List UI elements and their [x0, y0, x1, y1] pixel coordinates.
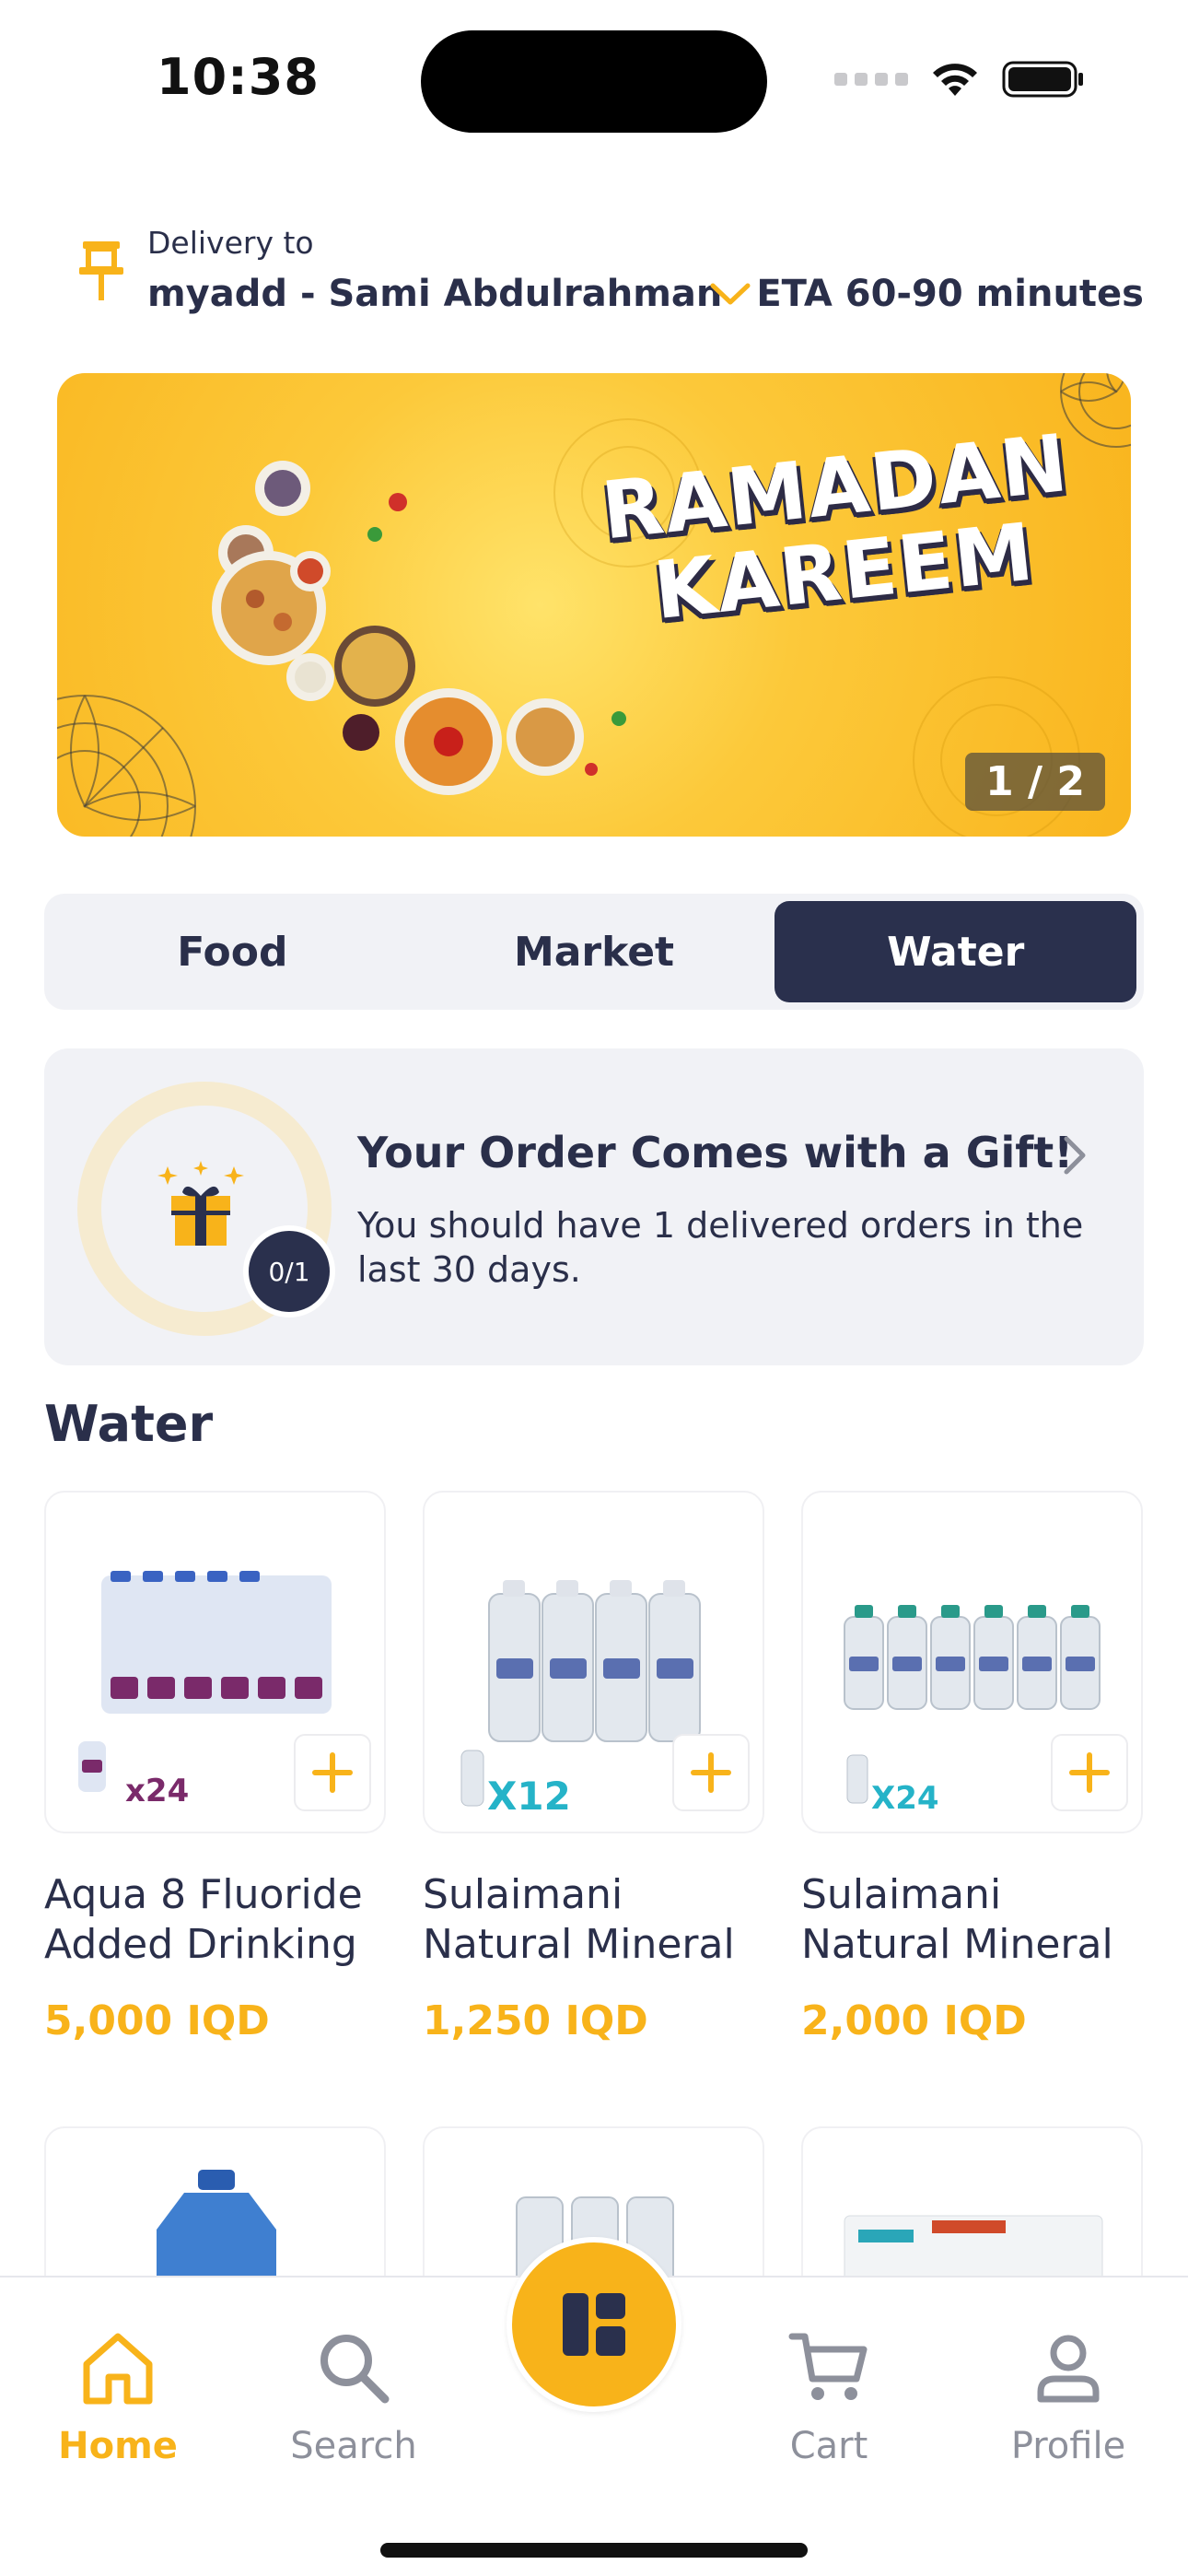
cart-icon — [788, 2333, 868, 2400]
chevron-right-icon[interactable] — [1061, 1133, 1089, 1177]
product-grid: x24 Aqua 8 Fluoride Added Drinking 5,000… — [44, 1491, 1144, 2062]
battery-icon — [1002, 61, 1083, 98]
tab-market[interactable]: Market — [413, 901, 775, 1002]
plus-icon — [691, 1752, 731, 1793]
product-image[interactable]: X24 — [801, 1491, 1143, 1833]
cellular-signal-icon — [834, 73, 908, 86]
product-image[interactable]: X12 — [423, 1491, 764, 1833]
categories-fab-button[interactable] — [507, 2237, 681, 2412]
plus-icon — [312, 1752, 353, 1793]
bottom-navigation: Home Search Cart Profile — [0, 2237, 1188, 2576]
gift-description: You should have 1 delivered orders in th… — [357, 1205, 1084, 1290]
product-price: 5,000 IQD — [44, 1997, 270, 2044]
pack-count: X24 — [871, 1780, 939, 1817]
add-to-cart-button[interactable] — [672, 1734, 750, 1811]
product-card[interactable] — [44, 2126, 386, 2403]
tab-water[interactable]: Water — [775, 901, 1137, 1002]
delivery-label: Delivery to — [147, 225, 314, 261]
gift-card[interactable]: 0/1 Your Order Comes with a Gift! You sh… — [44, 1048, 1144, 1365]
nav-label: Home — [58, 2425, 178, 2467]
product-card[interactable]: x24 Aqua 8 Fluoride Added Drinking 5,000… — [44, 1491, 386, 2062]
search-icon — [320, 2335, 390, 2404]
product-name[interactable]: Sulaimani Natural Mineral — [801, 1870, 1143, 1973]
dashboard-icon — [563, 2293, 625, 2356]
home-indicator[interactable] — [380, 2543, 808, 2558]
profile-icon — [1037, 2335, 1100, 2403]
product-name[interactable]: Aqua 8 Fluoride Added Drinking — [44, 1870, 386, 1973]
pack-count: X12 — [487, 1774, 571, 1819]
pack-count: x24 — [125, 1773, 190, 1809]
nav-search[interactable]: Search — [262, 2324, 446, 2467]
tab-food[interactable]: Food — [52, 901, 413, 1002]
product-card[interactable] — [801, 2126, 1143, 2403]
home-icon — [83, 2333, 153, 2405]
product-price: 1,250 IQD — [423, 1997, 648, 2044]
delivery-header[interactable]: Delivery to myadd - Sami Abdulrahman ETA… — [44, 217, 1144, 319]
eta-text: ETA 60-90 minutes — [756, 273, 1144, 315]
gift-icon — [157, 1161, 244, 1246]
pack-size-label: X12 — [487, 1774, 571, 1819]
nav-label: Search — [290, 2425, 417, 2467]
chevron-down-icon[interactable] — [707, 275, 753, 311]
gift-progress-badge: 0/1 — [243, 1225, 335, 1317]
pack-size-label: x24 — [125, 1773, 189, 1809]
product-card[interactable]: X24 Sulaimani Natural Mineral 2,000 IQD — [801, 1491, 1143, 2062]
banner-page-counter: 1 / 2 — [965, 753, 1105, 811]
nav-profile[interactable]: Profile — [976, 2324, 1160, 2467]
pack-size-label: X24 — [871, 1780, 939, 1817]
delivery-address[interactable]: myadd - Sami Abdulrahman — [147, 273, 722, 315]
nav-home[interactable]: Home — [26, 2324, 210, 2467]
pin-icon — [79, 241, 123, 300]
nav-label: Cart — [789, 2425, 868, 2467]
promo-banner[interactable]: RAMADAN KAREEM 1 / 2 — [57, 373, 1131, 837]
nav-cart[interactable]: Cart — [737, 2324, 921, 2467]
status-time: 10:38 — [157, 48, 320, 106]
section-title: Water — [44, 1395, 214, 1453]
product-price: 2,000 IQD — [801, 1997, 1027, 2044]
status-icons — [834, 59, 1085, 100]
dynamic-island — [421, 30, 767, 133]
nav-label: Profile — [1010, 2425, 1126, 2467]
wifi-icon — [933, 64, 977, 96]
category-segmented-control: Food Market Water — [44, 894, 1144, 1010]
gift-title: Your Order Comes with a Gift! — [357, 1128, 1074, 1177]
product-name[interactable]: Sulaimani Natural Mineral — [423, 1870, 764, 1973]
plus-icon — [1069, 1752, 1110, 1793]
product-image[interactable]: x24 — [44, 1491, 386, 1833]
add-to-cart-button[interactable] — [294, 1734, 371, 1811]
product-card[interactable]: X12 Sulaimani Natural Mineral 1,250 IQD — [423, 1491, 764, 2062]
status-bar: 10:38 — [0, 0, 1188, 157]
add-to-cart-button[interactable] — [1051, 1734, 1128, 1811]
